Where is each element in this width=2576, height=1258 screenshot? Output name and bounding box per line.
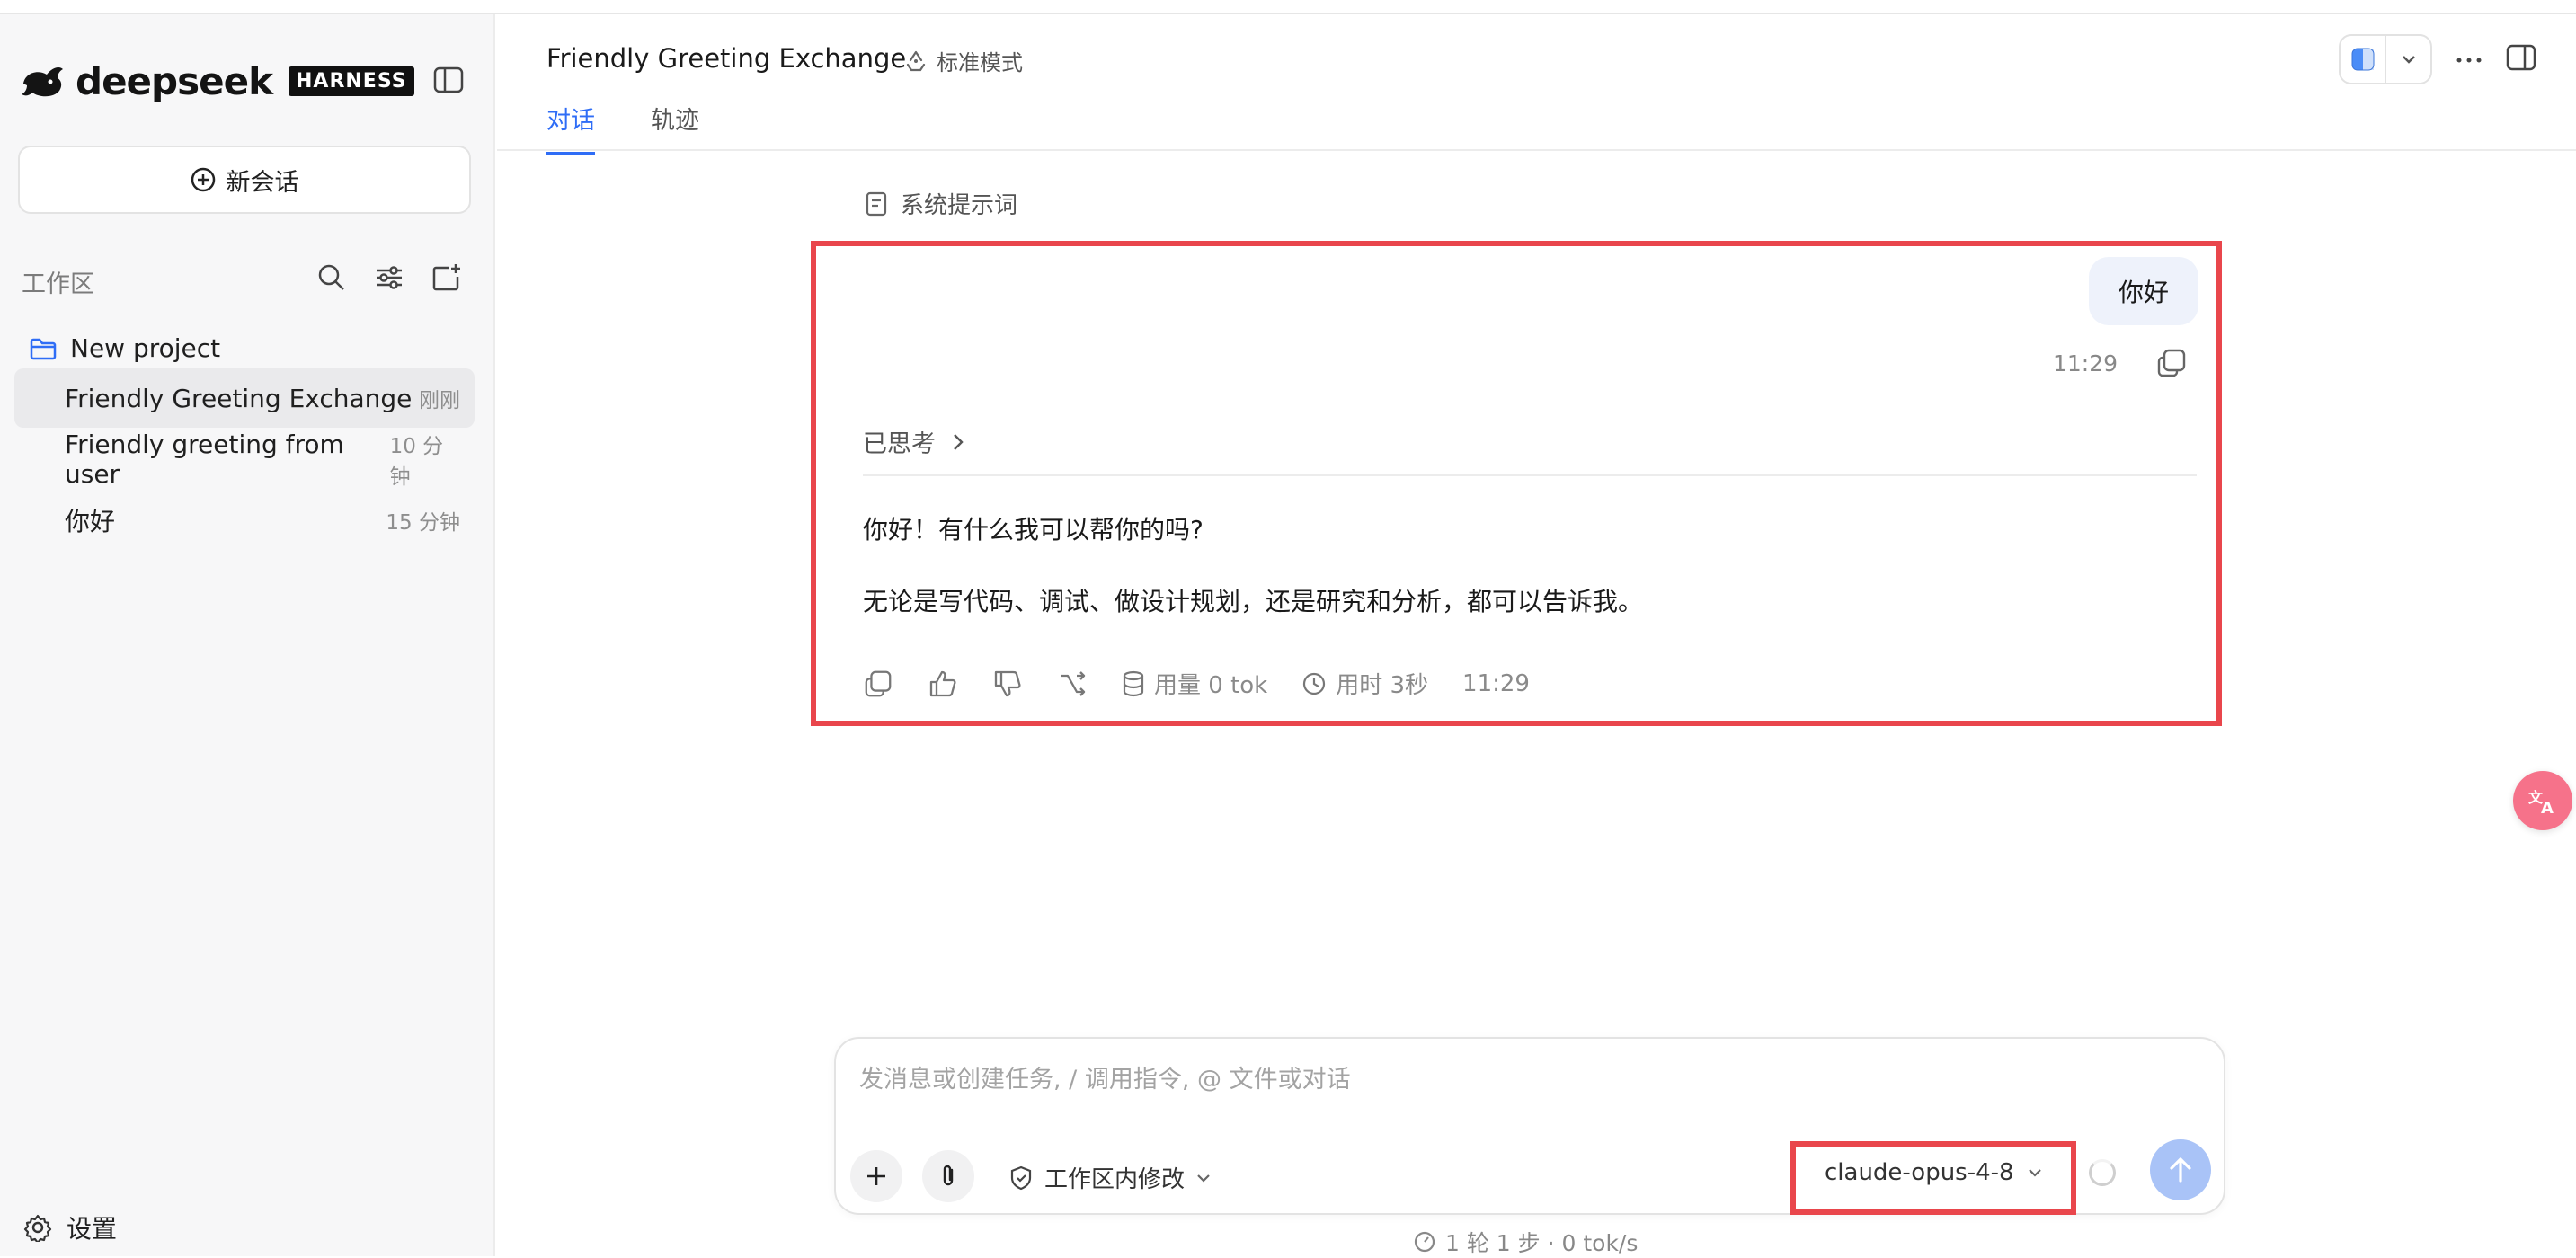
conversation-item[interactable]: 你好 15 分钟 bbox=[14, 491, 475, 550]
send-button[interactable] bbox=[2150, 1139, 2211, 1200]
more-icon[interactable] bbox=[2456, 51, 2483, 68]
chevron-down-icon bbox=[1197, 1174, 1210, 1183]
usage-meta: 用量 0 tok bbox=[1122, 667, 1267, 700]
mode-label: 标准模式 bbox=[937, 50, 1023, 75]
finder-icon bbox=[2351, 48, 2374, 71]
filter-icon[interactable] bbox=[374, 262, 404, 293]
loading-spinner-icon bbox=[2089, 1159, 2116, 1186]
recycle-icon bbox=[906, 50, 926, 71]
thumbs-down-icon[interactable] bbox=[992, 669, 1023, 699]
duration-label: 用时 3秒 bbox=[1336, 672, 1429, 699]
conversation-time: 刚刚 bbox=[419, 389, 460, 412]
highlight-box bbox=[811, 241, 2222, 726]
add-button[interactable] bbox=[850, 1150, 902, 1202]
search-icon[interactable] bbox=[316, 262, 347, 293]
thought-divider bbox=[863, 474, 2197, 476]
translate-button[interactable]: 文A bbox=[2513, 771, 2572, 830]
model-selector[interactable]: claude-opus-4-8 bbox=[1825, 1159, 2043, 1186]
paperclip-icon bbox=[943, 1165, 954, 1186]
svg-text:A: A bbox=[2541, 799, 2554, 818]
system-prompt-label: 系统提示词 bbox=[901, 192, 1018, 219]
gear-icon bbox=[23, 1214, 52, 1242]
tab-trace[interactable]: 轨迹 bbox=[651, 101, 699, 155]
chevron-down-icon bbox=[2028, 1169, 2041, 1177]
chevron-right-icon bbox=[954, 433, 964, 450]
usage-label: 用量 0 tok bbox=[1154, 672, 1268, 699]
copy-icon[interactable] bbox=[863, 669, 893, 699]
conversation-time: 15 分钟 bbox=[386, 511, 460, 535]
document-icon bbox=[866, 191, 887, 216]
system-prompt-toggle[interactable]: 系统提示词 bbox=[865, 187, 1017, 220]
assistant-answer-line: 无论是写代码、调试、做设计规划，还是研究和分析，都可以告诉我。 bbox=[863, 587, 1644, 616]
duration-meta: 用时 3秒 bbox=[1301, 667, 1428, 700]
project-name: New project bbox=[70, 333, 221, 363]
conversation-item[interactable]: Friendly greeting from user 10 分钟 bbox=[14, 430, 475, 489]
chevron-down-icon[interactable] bbox=[2386, 36, 2430, 83]
logo-text: deepseek bbox=[76, 59, 273, 103]
clock-icon bbox=[1303, 672, 1326, 695]
plus-icon bbox=[867, 1167, 885, 1185]
new-chat-button[interactable]: 新会话 bbox=[18, 146, 471, 214]
sidebar-toggle-icon[interactable] bbox=[433, 66, 464, 93]
arrow-up-icon bbox=[2170, 1157, 2191, 1183]
settings-button[interactable]: 设置 bbox=[23, 1209, 117, 1245]
plus-circle-icon bbox=[191, 167, 215, 192]
assistant-answer-line: 你好！有什么我可以帮你的吗? bbox=[863, 515, 1204, 545]
user-message: 你好 bbox=[2089, 257, 2198, 325]
new-chat-label: 新会话 bbox=[226, 168, 299, 197]
gauge-icon bbox=[1414, 1231, 1435, 1253]
attach-button[interactable] bbox=[922, 1150, 974, 1202]
workspace-label: 工作区 bbox=[22, 270, 94, 298]
conversation-title: Friendly Greeting Exchange bbox=[65, 383, 413, 413]
conversation-title: 你好 bbox=[65, 507, 116, 536]
thought-toggle[interactable]: 已思考 bbox=[863, 424, 964, 459]
message-actions: 用量 0 tok 用时 3秒 11:29 bbox=[863, 667, 1530, 700]
logo: deepseek HARNESS bbox=[20, 59, 414, 103]
project-item[interactable]: New project bbox=[29, 333, 220, 363]
logo-badge: HARNESS bbox=[289, 66, 414, 96]
panel-toggle-icon[interactable] bbox=[2506, 44, 2536, 75]
folder-icon bbox=[30, 338, 57, 359]
answer-time: 11:29 bbox=[1462, 669, 1530, 697]
page-title: Friendly Greeting Exchange bbox=[546, 43, 907, 74]
window-top-bar bbox=[0, 0, 2576, 14]
deepseek-whale-icon bbox=[22, 66, 63, 96]
tab-conversation[interactable]: 对话 bbox=[546, 101, 595, 155]
message-input[interactable] bbox=[859, 1066, 2118, 1094]
run-stats: 1 轮 1 步 · 0 tok/s bbox=[1413, 1226, 1638, 1258]
thumbs-up-icon[interactable] bbox=[928, 669, 958, 699]
thought-label: 已思考 bbox=[863, 430, 936, 458]
app-switcher[interactable] bbox=[2339, 34, 2432, 84]
sidebar: deepseek HARNESS 新会话 工作区 New project Fri… bbox=[0, 14, 495, 1256]
run-stats-label: 1 轮 1 步 · 0 tok/s bbox=[1445, 1230, 1639, 1256]
settings-label: 设置 bbox=[67, 1214, 118, 1244]
conversation-title: Friendly greeting from user bbox=[65, 430, 344, 489]
translate-icon: 文A bbox=[2528, 789, 2554, 818]
branch-icon[interactable] bbox=[1057, 669, 1088, 699]
conversation-time: 10 分钟 bbox=[389, 435, 444, 489]
shield-edit-icon bbox=[1010, 1165, 1032, 1190]
mode-indicator[interactable]: 标准模式 bbox=[904, 45, 1023, 76]
new-folder-icon[interactable] bbox=[431, 262, 462, 293]
header-divider bbox=[497, 149, 2576, 151]
permission-selector[interactable]: 工作区内修改 bbox=[1008, 1161, 1212, 1194]
conversation-item[interactable]: Friendly Greeting Exchange 刚刚 bbox=[14, 368, 475, 428]
model-name: claude-opus-4-8 bbox=[1825, 1159, 2014, 1186]
database-icon bbox=[1123, 670, 1144, 696]
permission-label: 工作区内修改 bbox=[1044, 1166, 1186, 1193]
user-message-time: 11:29 bbox=[2053, 350, 2119, 377]
app-avatar bbox=[2341, 36, 2386, 83]
copy-icon[interactable] bbox=[2155, 347, 2188, 379]
